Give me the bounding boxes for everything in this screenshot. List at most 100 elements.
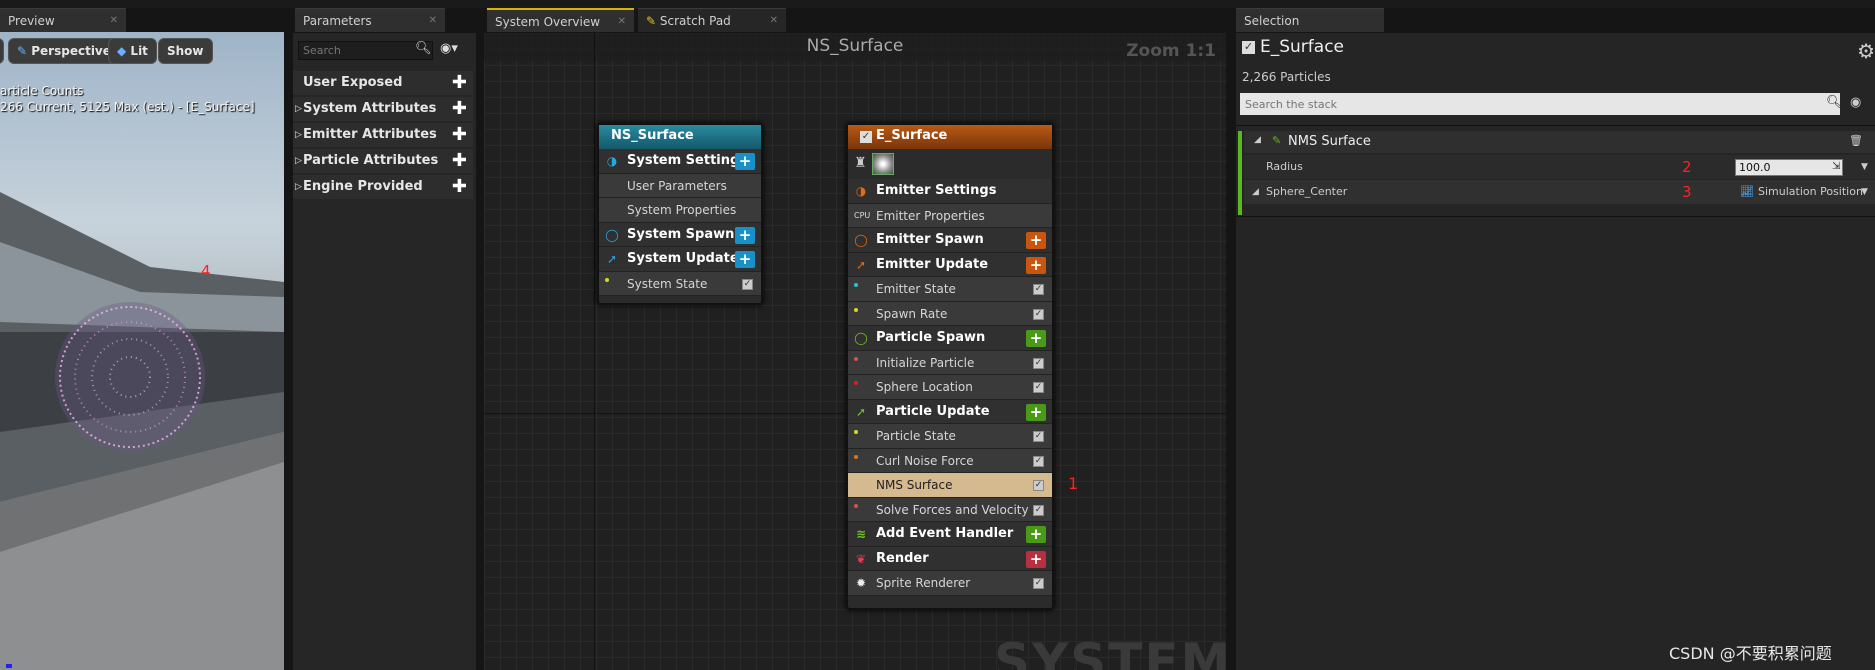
add-icon[interactable]: +: [735, 226, 755, 244]
add-icon[interactable]: +: [735, 153, 755, 170]
enabled-checkbox[interactable]: ✓: [1033, 308, 1044, 320]
add-icon[interactable]: +: [1026, 550, 1046, 568]
tab-parameters[interactable]: Parameters ✕: [295, 8, 445, 32]
add-icon[interactable]: ✚: [452, 73, 467, 93]
perspective-button[interactable]: ✎ Perspective: [8, 38, 120, 64]
add-icon[interactable]: ✚: [452, 125, 467, 145]
lit-button[interactable]: ◆ Lit: [108, 38, 157, 64]
enabled-checkbox[interactable]: ✓: [860, 131, 872, 143]
add-icon[interactable]: +: [1026, 403, 1046, 421]
add-icon[interactable]: ✚: [452, 151, 467, 171]
enabled-checkbox[interactable]: ✓: [1033, 578, 1044, 589]
trash-icon[interactable]: 🗑︎: [1849, 134, 1863, 147]
add-icon[interactable]: +: [1026, 256, 1046, 274]
expand-arrow-icon[interactable]: ▷: [295, 175, 302, 199]
enabled-checkbox[interactable]: ✓: [1033, 455, 1044, 467]
node-row-particle-spawn[interactable]: ◯ Particle Spawn +: [848, 326, 1052, 351]
gear-icon[interactable]: ⚙: [1857, 39, 1875, 63]
expand-arrow-icon[interactable]: ▷: [295, 97, 302, 121]
node-row-render[interactable]: ❦ Render +: [848, 546, 1052, 571]
enabled-checkbox[interactable]: ✓: [1033, 357, 1044, 369]
node-row-sprite-renderer[interactable]: ✹ Sprite Renderer ✓: [848, 571, 1052, 596]
enabled-checkbox[interactable]: ✓: [1033, 382, 1044, 393]
splitter[interactable]: [284, 8, 293, 670]
node-row-sphere-location[interactable]: Sphere Location ✓: [848, 375, 1052, 400]
param-category-system-attributes[interactable]: ▷ System Attributes ✚: [293, 97, 473, 121]
node-row-add-event-handler[interactable]: ≋ Add Event Handler +: [848, 522, 1052, 547]
node-row-particle-update[interactable]: ➚ Particle Update +: [848, 399, 1052, 424]
node-row-emitter-state[interactable]: Emitter State ✓: [848, 277, 1052, 302]
enabled-checkbox[interactable]: ✓: [1033, 431, 1044, 442]
radius-input[interactable]: [1735, 159, 1843, 176]
parameters-search-input[interactable]: [298, 41, 433, 60]
node-row-emitter-settings[interactable]: ◑ Emitter Settings: [848, 179, 1052, 204]
expand-arrow-icon[interactable]: ◢: [1252, 180, 1259, 204]
expand-arrow-icon[interactable]: ▷: [295, 149, 302, 173]
sphere-center-value[interactable]: Simulation Position: [1758, 180, 1863, 204]
enabled-checkbox[interactable]: ✓: [742, 278, 753, 290]
close-icon[interactable]: ✕: [110, 9, 118, 33]
expand-arrow-icon[interactable]: ▷: [295, 123, 302, 147]
enabled-checkbox[interactable]: ✓: [1033, 480, 1044, 491]
system-overview-graph[interactable]: NS_Surface Zoom 1:1 SYSTEM NS_Surface ◑ …: [484, 33, 1226, 670]
param-category-engine-provided[interactable]: ▷ Engine Provided ✚: [293, 175, 473, 199]
search-icon[interactable]: 🔍︎: [1826, 95, 1843, 110]
preview-viewport[interactable]: ✎ Perspective ◆ Lit Show article Counts …: [0, 32, 284, 670]
add-icon[interactable]: ✚: [452, 99, 467, 119]
close-icon[interactable]: ✕: [618, 10, 626, 34]
add-icon[interactable]: +: [1026, 330, 1046, 347]
splitter[interactable]: [476, 8, 484, 670]
node-row-emitter-spawn[interactable]: ◯ Emitter Spawn +: [848, 228, 1052, 253]
tab-scratch-pad[interactable]: ✎ Scratch Pad ✕: [638, 8, 786, 32]
node-row-emitter-update[interactable]: ➚ Emitter Update +: [848, 252, 1052, 277]
preview-scene: [0, 192, 284, 670]
search-icon[interactable]: 🔍︎: [415, 41, 432, 56]
viewport-menu-button[interactable]: [0, 38, 4, 64]
tab-preview[interactable]: Preview ✕: [0, 8, 126, 32]
close-icon[interactable]: ✕: [770, 9, 778, 33]
enabled-checkbox[interactable]: ✓: [1033, 284, 1044, 295]
node-row-particle-state[interactable]: Particle State ✓: [848, 424, 1052, 449]
node-row-initialize-particle[interactable]: Initialize Particle ✓: [848, 350, 1052, 375]
system-node-title[interactable]: NS_Surface: [599, 125, 761, 149]
node-row-system-settings[interactable]: ◑ System Settings +: [599, 149, 761, 174]
node-row-solve-forces[interactable]: Solve Forces and Velocity ✓: [848, 497, 1052, 522]
chevron-down-icon[interactable]: ▼: [1861, 155, 1868, 179]
stack-search-input[interactable]: [1240, 93, 1840, 115]
node-row-nms-surface[interactable]: NMS Surface ✓: [848, 473, 1052, 498]
resize-icon[interactable]: ⇲: [1832, 155, 1840, 179]
row-label: Emitter Properties: [876, 208, 985, 223]
enabled-checkbox[interactable]: ✓: [1033, 504, 1044, 516]
emitter-node-title[interactable]: ✓ E_Surface: [848, 125, 1052, 149]
node-row-system-update[interactable]: ➚ System Update +: [599, 247, 761, 272]
add-icon[interactable]: +: [1026, 232, 1046, 249]
splitter[interactable]: [1226, 8, 1236, 670]
collapse-arrow-icon[interactable]: ◢: [1254, 135, 1261, 145]
node-row-system-spawn[interactable]: ◯ System Spawn +: [599, 222, 761, 247]
add-icon[interactable]: +: [1026, 526, 1046, 543]
emitter-node[interactable]: ✓ E_Surface ♜ ◑ Emitter Settings CPU Emit…: [846, 123, 1054, 610]
param-category-emitter-attributes[interactable]: ▷ Emitter Attributes ✚: [293, 123, 473, 147]
show-button[interactable]: Show: [158, 38, 213, 64]
close-icon[interactable]: ✕: [429, 9, 437, 33]
add-icon[interactable]: +: [735, 251, 755, 268]
node-row-system-properties[interactable]: System Properties: [599, 198, 761, 223]
node-row-curl-noise-force[interactable]: Curl Noise Force ✓: [848, 448, 1052, 473]
node-row-spawn-rate[interactable]: Spawn Rate ✓: [848, 301, 1052, 326]
system-node[interactable]: NS_Surface ◑ System Settings + User Para…: [597, 123, 763, 305]
tab-system-overview[interactable]: System Overview ✕: [487, 8, 634, 32]
node-row-emitter-properties[interactable]: CPU Emitter Properties: [848, 203, 1052, 228]
module-header[interactable]: ◢ ✎ NMS Surface 🗑︎: [1244, 131, 1875, 153]
enabled-checkbox[interactable]: ✓: [1242, 41, 1255, 54]
node-row-system-state[interactable]: System State ✓: [599, 271, 761, 296]
tab-selection[interactable]: Selection: [1236, 8, 1384, 32]
add-icon[interactable]: ✚: [452, 177, 467, 197]
eye-icon[interactable]: ◉: [1850, 95, 1861, 110]
emitter-thumbnail[interactable]: [872, 153, 894, 175]
param-category-particle-attributes[interactable]: ▷ Particle Attributes ✚: [293, 149, 473, 173]
show-label: Show: [167, 44, 204, 58]
node-row-user-parameters[interactable]: User Parameters: [599, 173, 761, 198]
chevron-down-icon[interactable]: ▼: [1861, 180, 1868, 204]
param-category-user-exposed[interactable]: User Exposed ✚: [293, 71, 473, 95]
eye-icon[interactable]: ◉▾: [440, 41, 458, 56]
